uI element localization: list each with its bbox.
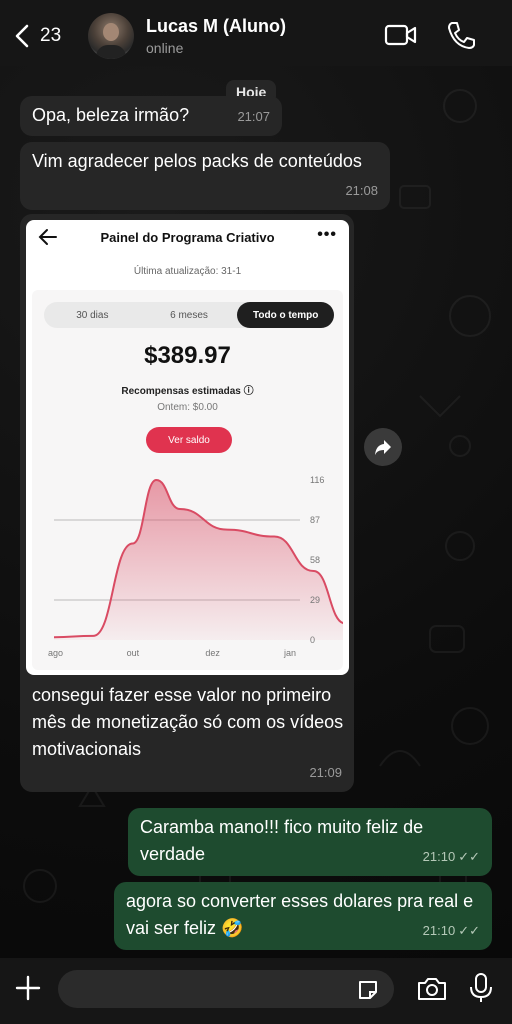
tab-all-time: Todo o tempo [237, 302, 335, 328]
chat-screen: 23 Lucas M (Aluno) online Hoje Opa, bele… [0, 0, 512, 1024]
message-bubble[interactable]: Vim agradecer pelos packs de conteúdos 2… [20, 142, 390, 210]
x-tick-label: dez [205, 648, 220, 658]
avatar[interactable] [88, 13, 134, 59]
message-bubble[interactable]: Caramba mano!!! fico muito feliz de verd… [128, 808, 492, 876]
message-text: Caramba mano!!! fico muito feliz de verd… [140, 817, 424, 864]
y-tick-label: 58 [310, 555, 320, 565]
y-tick-label: 116 [310, 475, 324, 485]
message-time: 21:10 [422, 849, 456, 864]
message-input[interactable] [58, 970, 394, 1008]
chevron-left-icon [15, 24, 29, 48]
chart-area [54, 480, 343, 640]
double-check-icon: ✓✓ [458, 923, 480, 938]
video-call-icon[interactable] [384, 20, 418, 50]
yesterday-earnings: Ontem: $0.00 [157, 402, 218, 413]
more-icon: ••• [317, 226, 337, 243]
y-tick-label: 29 [310, 595, 320, 605]
x-tick-label: ago [48, 648, 63, 658]
message-time: 21:08 [345, 183, 378, 198]
double-check-icon: ✓✓ [458, 849, 480, 864]
unread-count: 23 [40, 25, 62, 46]
chat-header: 23 Lucas M (Aluno) online [0, 0, 512, 66]
earnings-chart: 116 87 58 29 0 ago out dez jan [48, 475, 343, 658]
back-button[interactable]: 23 [12, 22, 72, 50]
message-time: 21:07 [237, 109, 270, 124]
attached-screenshot[interactable]: Painel do Programa Criativo ••• Última a… [26, 220, 349, 675]
message-bubble[interactable]: Opa, beleza irmão? 21:07 [20, 96, 282, 136]
message-status: 21:10 ✓✓ [423, 843, 480, 870]
tab-30-days: 30 dias [76, 309, 109, 321]
screenshot-title: Painel do Programa Criativo [100, 230, 275, 245]
period-selector: 30 dias 6 meses Todo o tempo [44, 302, 335, 328]
y-tick-label: 0 [310, 635, 315, 645]
contact-name[interactable]: Lucas M (Aluno) [146, 16, 286, 37]
plus-icon[interactable] [14, 974, 42, 1002]
microphone-icon[interactable] [468, 972, 494, 1004]
message-text: Opa, beleza irmão? [32, 105, 190, 125]
message-time: 21:09 [309, 765, 342, 780]
y-tick-label: 87 [310, 515, 320, 525]
x-tick-label: out [127, 648, 140, 658]
forward-icon [375, 440, 391, 455]
earnings-card: 30 dias 6 meses Todo o tempo $389.97 Rec… [32, 290, 343, 670]
view-balance-button: Ver saldo [146, 427, 232, 453]
message-bubble[interactable]: agora so converter esses dolares pra rea… [114, 882, 492, 950]
message-time: 21:10 [422, 923, 456, 938]
earnings-amount: $389.97 [144, 342, 231, 369]
composer-bar [0, 958, 512, 1024]
rewards-label: Recompensas estimadas ⓘ [121, 386, 254, 397]
contact-status: online [146, 40, 184, 56]
message-status: 21:10 ✓✓ [423, 917, 480, 944]
message-text: Vim agradecer pelos packs de conteúdos [32, 151, 362, 171]
phone-icon[interactable] [444, 20, 478, 50]
sticker-icon[interactable] [356, 978, 380, 1002]
message-text: consegui fazer esse valor no primeiro mê… [32, 685, 344, 759]
forward-button[interactable] [364, 428, 402, 466]
message-text: agora so converter esses dolares pra rea… [126, 891, 474, 938]
camera-icon[interactable] [416, 976, 448, 1002]
x-tick-label: jan [283, 648, 296, 658]
last-updated: Última atualização: 31-1 [133, 266, 242, 277]
tab-6-months: 6 meses [170, 309, 208, 321]
